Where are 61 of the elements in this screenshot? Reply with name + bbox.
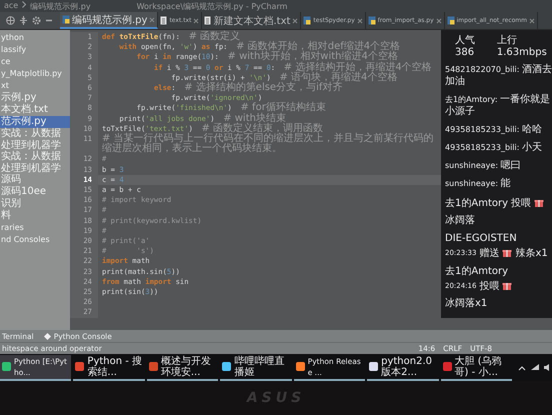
chat-username: 去1的Amtory [445, 196, 508, 210]
window-title: Workspace\编码规范示例.py - PyCharm [136, 0, 288, 12]
settings-icon[interactable] [32, 16, 41, 25]
code-line: # 当某一行代码与上一行代码在不同的缩进层次上，并且与之前某行代码的缩进层次相同，表示上一个代码块结束。 [101, 134, 435, 154]
gift-name: 辣条x1 [515, 246, 548, 260]
close-icon[interactable] [193, 18, 200, 24]
speaker-icon[interactable] [544, 364, 552, 371]
chat-username: 去1的Amtory [445, 266, 510, 278]
chat-message: 去1的Amtory: 一番你就是小源子 [445, 94, 552, 118]
gift-action: 投喂 [511, 196, 532, 210]
console-icon [44, 332, 51, 340]
project-tree-item[interactable]: 本文档.txt [0, 104, 70, 116]
gift-action: 赠送 [479, 246, 500, 260]
gift-icon [502, 281, 512, 291]
close-icon[interactable] [528, 18, 535, 24]
globe-icon [6, 16, 15, 25]
gift-action: 投喂 [479, 280, 500, 293]
editor-tab[interactable]: 新建文本文档.txt [202, 12, 302, 29]
project-tree-item[interactable]: 识别 [0, 198, 70, 210]
project-tree-item[interactable]: 源码 [0, 174, 70, 186]
project-tree-item[interactable]: ce [0, 56, 70, 68]
gift-icon [502, 248, 512, 258]
chat-message: 54821822070_bili: 酒酒去加油 [445, 64, 552, 88]
python-file-icon [368, 16, 376, 25]
gift-icon [534, 198, 544, 208]
project-tree-item[interactable]: 实战：从数据处理到机器学 [0, 151, 70, 174]
chevron-right-icon [22, 0, 26, 8]
editor-tab[interactable]: 编码规范示例.py [60, 12, 158, 29]
project-tree-item[interactable]: 实战：从数据处理到机器学 [0, 128, 70, 151]
gift-name: 冰阔落 [445, 214, 475, 227]
project-tree-item[interactable]: 范示例.py [0, 116, 70, 128]
project-tree-item[interactable]: xt [0, 80, 70, 92]
project-tree-item[interactable]: 料 [0, 210, 70, 222]
close-icon[interactable] [356, 18, 363, 24]
chat-message: sunshineaye: 能 [445, 178, 512, 190]
close-icon[interactable] [436, 18, 442, 24]
close-icon[interactable] [149, 16, 156, 22]
upload-speed: 上行 1.63mbps [496, 34, 548, 58]
python-file-icon [446, 16, 455, 25]
collapse-icon[interactable] [19, 16, 28, 25]
project-tree-item[interactable]: 源码10ee [0, 186, 70, 198]
chevron-up-icon[interactable] [518, 364, 526, 370]
gift-name: 冰阔落x1 [445, 296, 488, 310]
project-tree-item[interactable]: nd Consoles [0, 234, 70, 246]
breadcrumb-item[interactable]: 编码规范示例.py [30, 0, 91, 12]
python-file-icon [62, 15, 70, 24]
chat-message: 49358185233_bili: 哈哈 [445, 124, 543, 136]
chat-message: 49358185233_bili: 小天 [445, 142, 543, 154]
chat-message: sunshineaye: 嗯曰 [445, 160, 522, 172]
project-tree-item[interactable]: lassify [0, 44, 70, 56]
breadcrumb-item[interactable]: ace [4, 0, 18, 12]
chat-username: DIE-EGOISTEN [445, 233, 518, 245]
python-file-icon [303, 16, 312, 25]
close-icon[interactable] [292, 18, 298, 24]
project-tree-item[interactable]: y_Matplotlib.py [0, 68, 70, 80]
project-tree-item[interactable]: 示例.py [0, 92, 70, 104]
text-file-icon [204, 16, 212, 25]
text-file-icon [160, 16, 168, 25]
popularity-count: 人气 386 [455, 34, 476, 58]
project-tree-item[interactable]: ython [0, 32, 70, 44]
project-tree-item[interactable]: raries [0, 222, 70, 234]
